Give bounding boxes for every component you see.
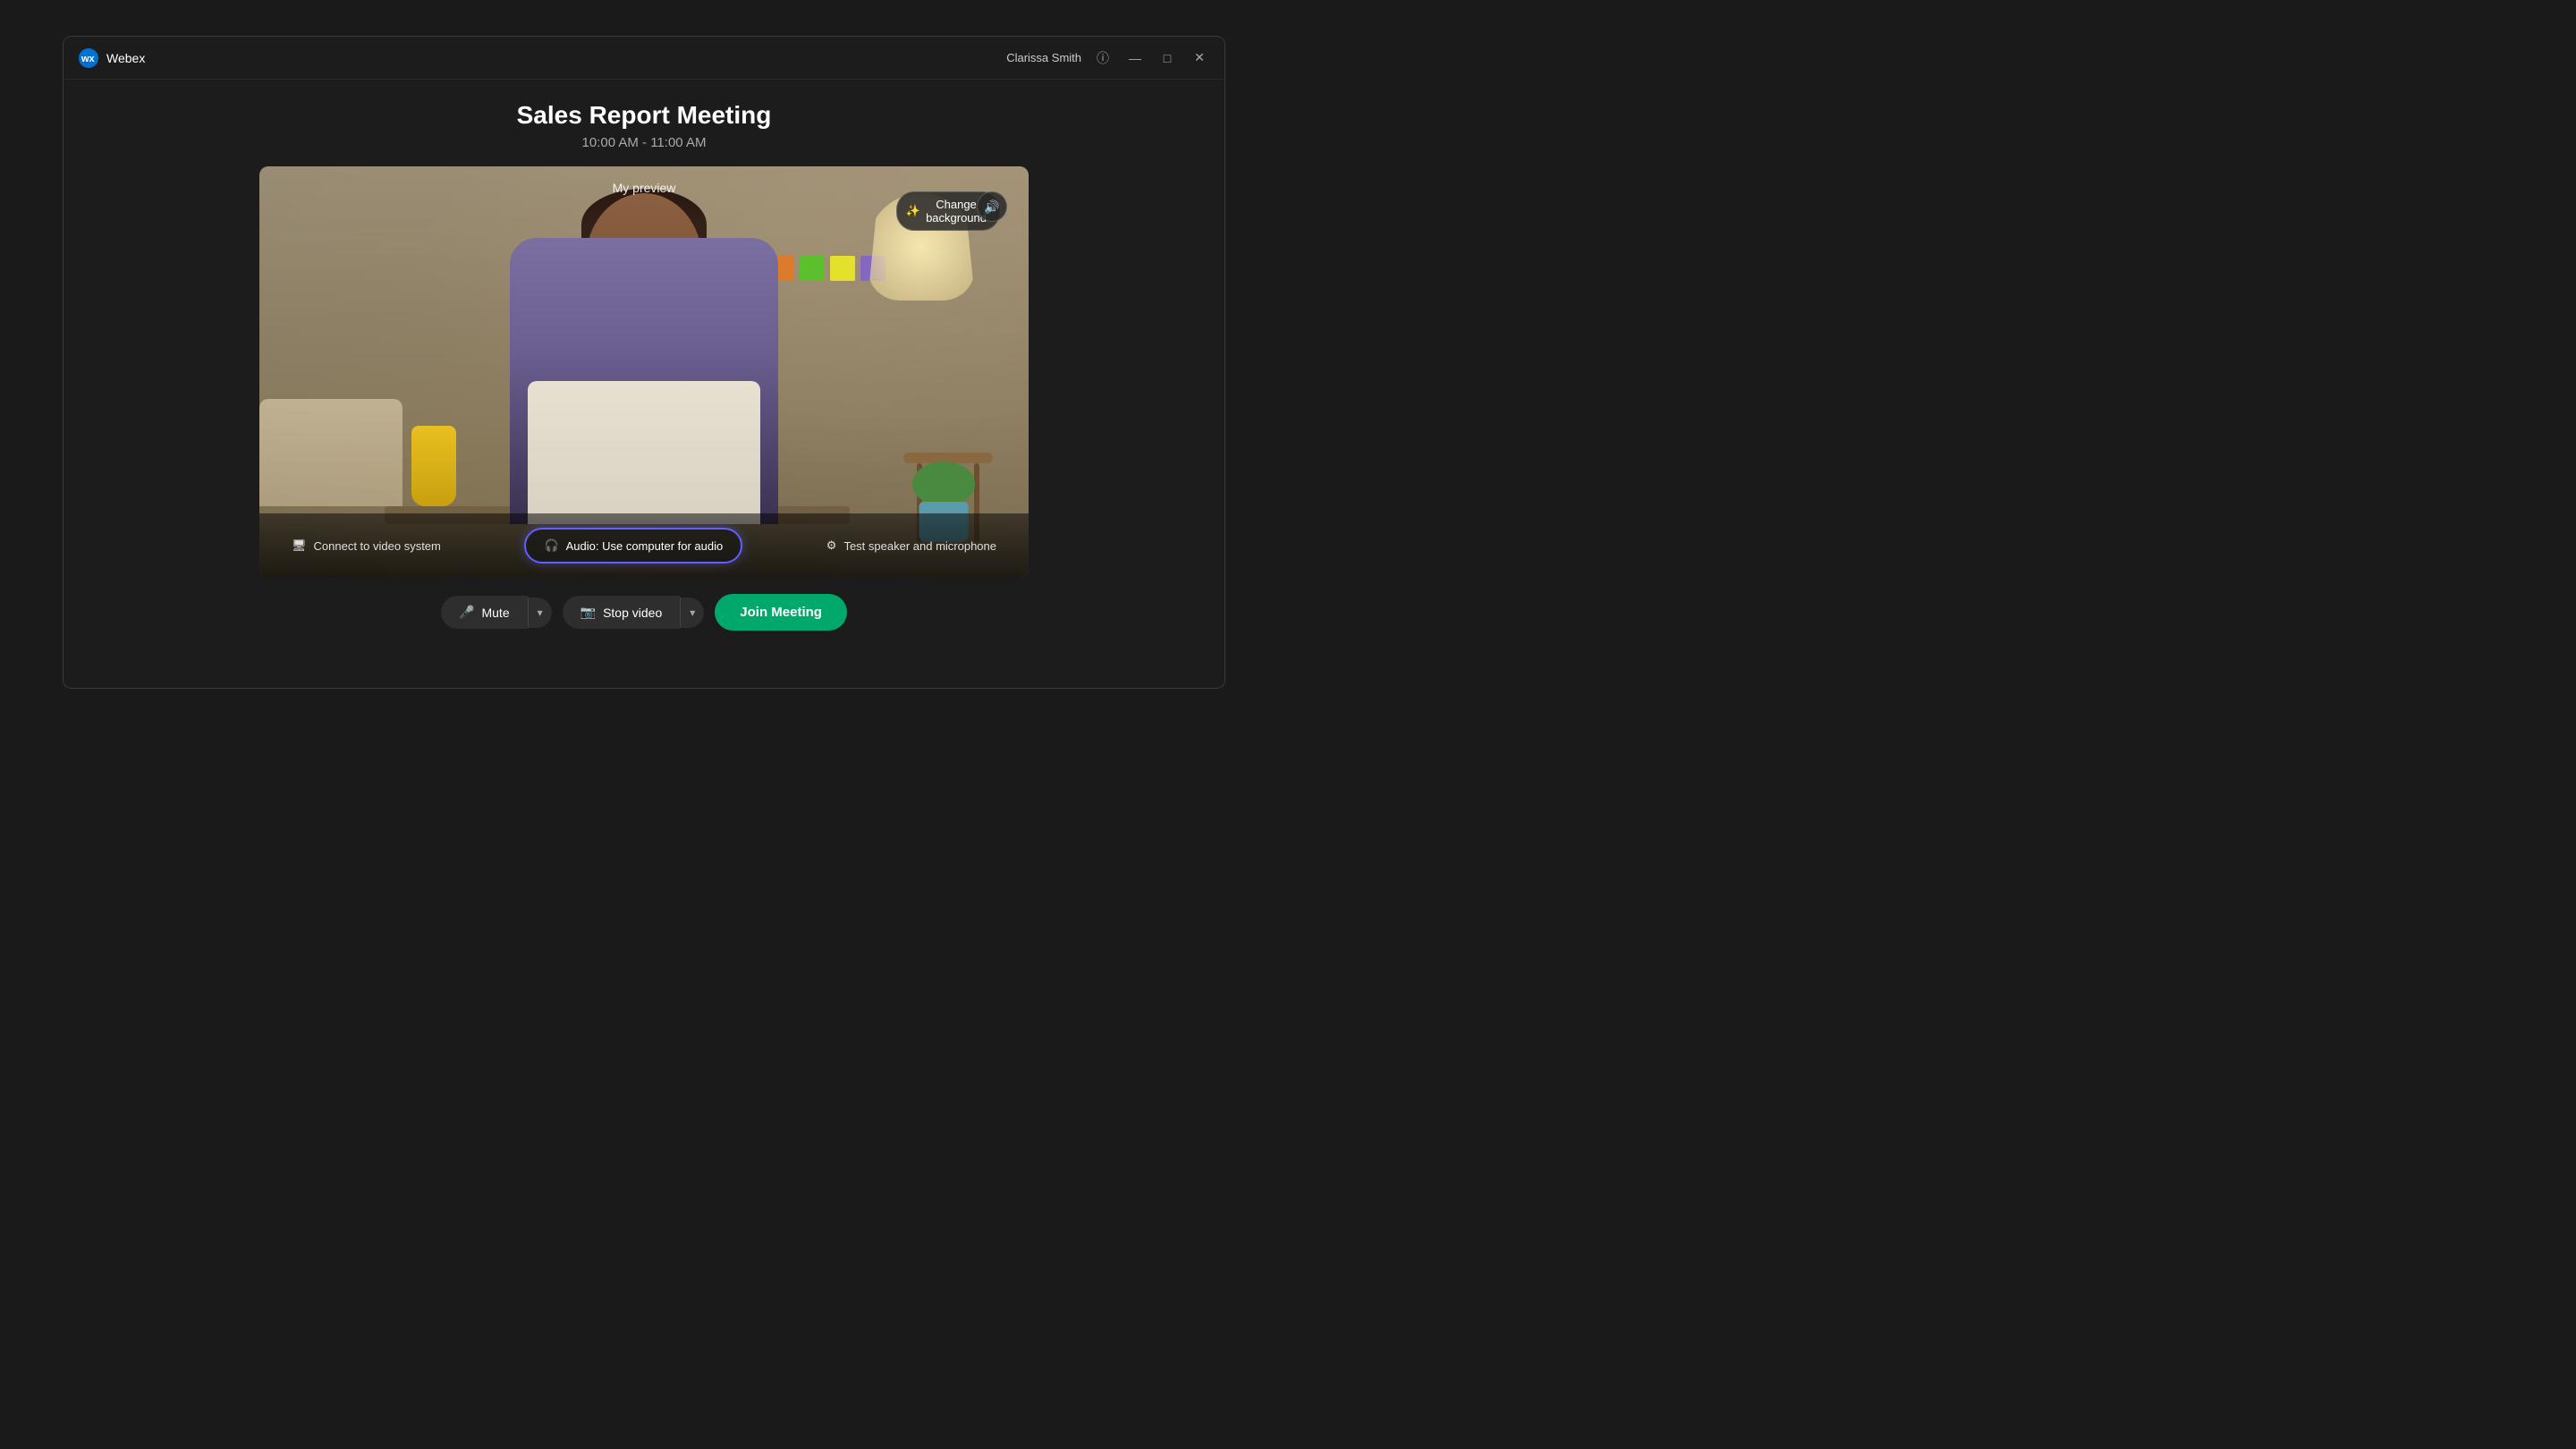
vase-decoration <box>411 426 456 506</box>
person-body <box>510 238 778 524</box>
monitor-icon: 🖥 <box>292 538 307 553</box>
mute-button[interactable]: 🎤 Mute <box>441 596 528 629</box>
plant-leaves <box>912 462 975 506</box>
main-content: Sales Report Meeting 10:00 AM - 11:00 AM <box>64 80 1224 688</box>
video-preview: My preview ✨ Change background 🔊 🖥 C <box>259 166 1029 578</box>
speaker-icon: 🔊 <box>984 199 999 215</box>
couch-decoration <box>259 399 402 506</box>
sticky-yellow <box>830 256 855 281</box>
preview-label: My preview <box>613 181 676 195</box>
meeting-title: Sales Report Meeting <box>517 101 772 130</box>
video-preview-wrapper: My preview ✨ Change background 🔊 🖥 C <box>259 166 1029 578</box>
speaker-volume-button[interactable]: 🔊 <box>977 191 1007 222</box>
close-button[interactable]: ✕ <box>1189 47 1210 69</box>
mute-label: Mute <box>481 606 509 620</box>
app-name-label: Webex <box>106 51 145 65</box>
headset-icon: 🎧 <box>544 538 558 553</box>
person-preview <box>483 184 805 524</box>
title-bar-left: wx Webex <box>78 47 145 69</box>
gear-icon: ⚙ <box>826 538 837 553</box>
stop-video-label: Stop video <box>603 606 662 620</box>
test-speaker-label: Test speaker and microphone <box>843 539 996 553</box>
stop-video-button[interactable]: 📷 Stop video <box>563 596 681 629</box>
minimize-button[interactable]: — <box>1124 47 1146 69</box>
stop-video-control-group: 📷 Stop video ▾ <box>563 596 705 629</box>
mute-control-group: 🎤 Mute ▾ <box>441 596 552 629</box>
audio-label: Audio: Use computer for audio <box>566 539 724 553</box>
title-bar-right: Clarissa Smith ⓘ — □ ✕ <box>1006 47 1210 69</box>
microphone-icon: 🎤 <box>459 605 474 620</box>
mute-caret-button[interactable]: ▾ <box>528 597 552 628</box>
join-meeting-button[interactable]: Join Meeting <box>715 594 847 631</box>
bottom-controls: 🎤 Mute ▾ 📷 Stop video ▾ Join Meeting <box>441 594 847 631</box>
video-bottom-bar: 🖥 Connect to video system 🎧 Audio: Use c… <box>259 513 1029 578</box>
meeting-time: 10:00 AM - 11:00 AM <box>582 135 707 150</box>
connect-video-label: Connect to video system <box>314 539 441 553</box>
title-bar: wx Webex Clarissa Smith ⓘ — □ ✕ <box>64 37 1224 80</box>
app-window: wx Webex Clarissa Smith ⓘ — □ ✕ Sales Re… <box>63 36 1225 689</box>
video-caret-icon: ▾ <box>690 606 695 619</box>
connect-video-system-button[interactable]: 🖥 Connect to video system <box>281 531 452 560</box>
mute-caret-icon: ▾ <box>538 606 543 619</box>
camera-icon: 📷 <box>580 605 596 620</box>
info-button[interactable]: ⓘ <box>1092 47 1114 69</box>
webex-logo-icon: wx <box>78 47 99 69</box>
svg-text:wx: wx <box>80 54 96 64</box>
magic-wand-icon: ✨ <box>906 204 920 218</box>
stop-video-caret-button[interactable]: ▾ <box>680 597 704 628</box>
audio-button[interactable]: 🎧 Audio: Use computer for audio <box>524 528 742 564</box>
test-speaker-button[interactable]: ⚙ Test speaker and microphone <box>816 531 1007 560</box>
username-label: Clarissa Smith <box>1006 51 1081 64</box>
person-shirt <box>528 381 760 524</box>
maximize-button[interactable]: □ <box>1157 47 1178 69</box>
